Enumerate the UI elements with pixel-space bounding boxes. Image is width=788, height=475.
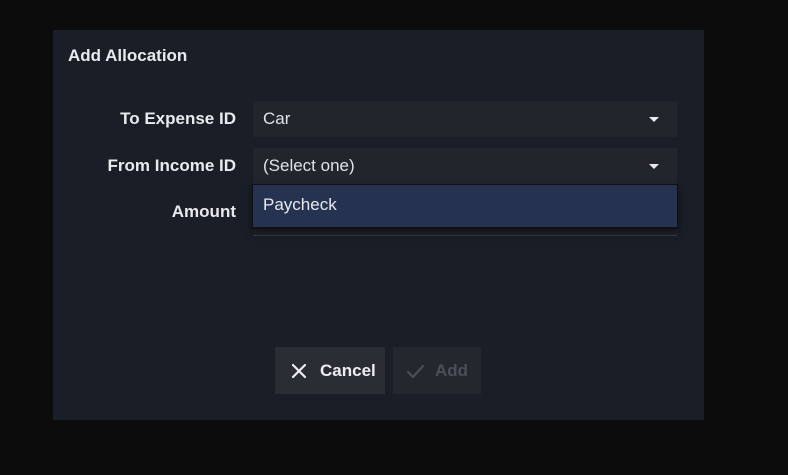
expense-id-select[interactable]: Car — [253, 101, 677, 137]
add-button-label: Add — [435, 360, 469, 380]
dropdown-option-paycheck[interactable]: Paycheck — [253, 185, 677, 227]
income-id-label: From Income ID — [107, 156, 236, 175]
dialog-title: Add Allocation — [68, 46, 188, 65]
expense-id-value: Car — [263, 109, 291, 128]
chevron-down-icon — [649, 117, 659, 122]
income-id-dropdown: Paycheck — [252, 184, 678, 229]
amount-label: Amount — [171, 202, 236, 221]
cancel-button[interactable]: Cancel — [275, 347, 385, 394]
chevron-down-icon — [649, 164, 659, 169]
close-icon — [289, 361, 309, 381]
add-button[interactable]: Add — [393, 347, 481, 394]
income-id-value: (Select one) — [263, 156, 355, 175]
expense-id-label: To Expense ID — [120, 109, 236, 128]
cancel-button-label: Cancel — [320, 360, 376, 380]
check-icon — [405, 361, 425, 381]
add-allocation-dialog: Add Allocation To Expense ID Car From In… — [53, 30, 704, 420]
income-id-select[interactable]: (Select one) — [253, 148, 677, 184]
